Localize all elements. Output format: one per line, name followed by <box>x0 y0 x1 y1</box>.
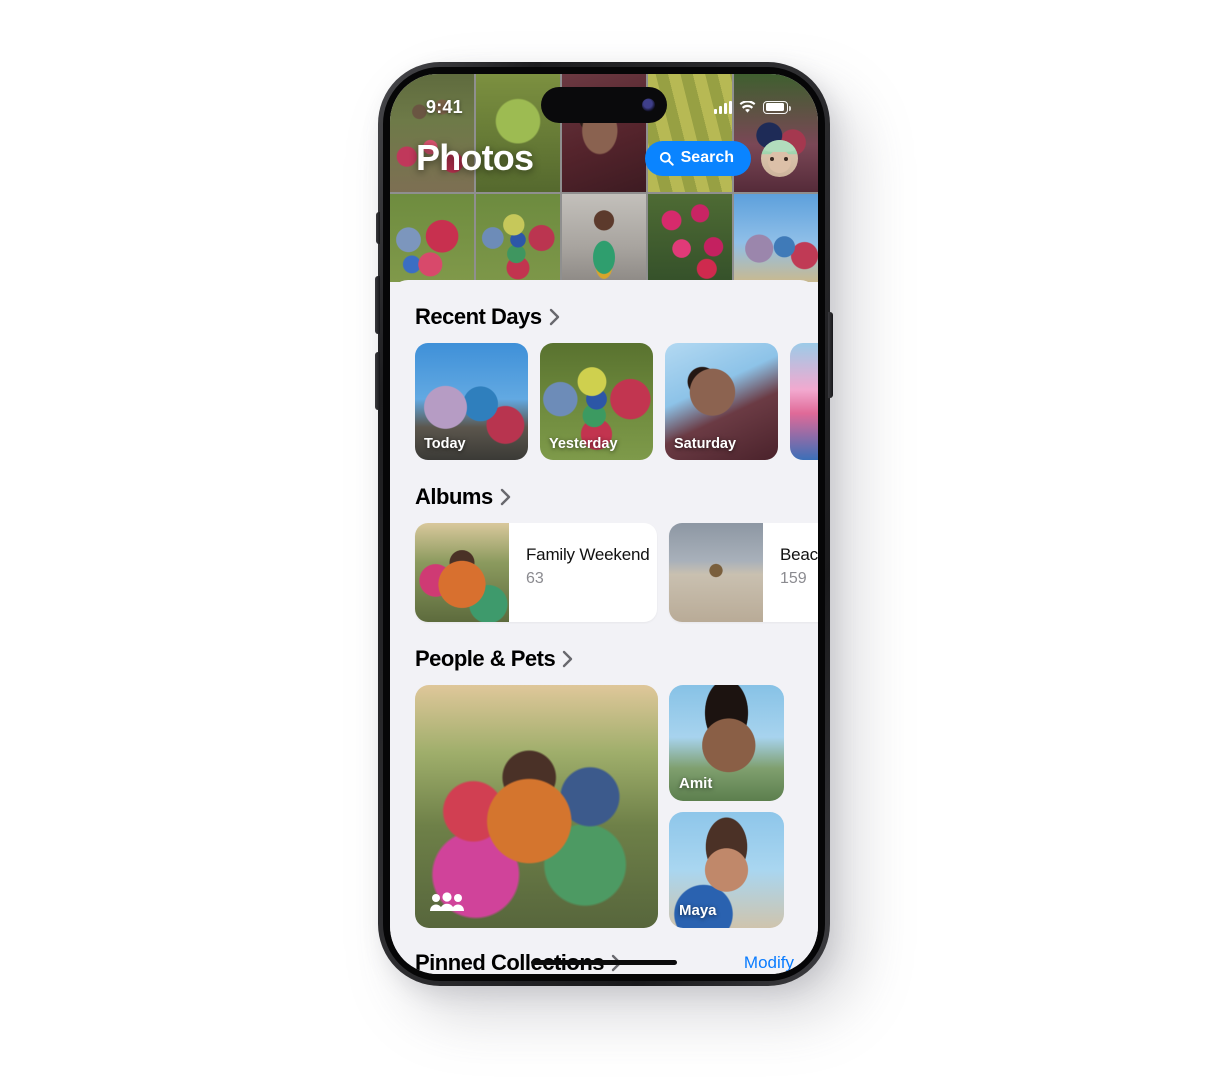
app-header: Photos Search <box>390 126 818 190</box>
recent-day-label: Saturday <box>674 436 737 452</box>
group-people-icon <box>430 892 464 911</box>
signal-bars-icon <box>714 100 732 114</box>
recent-day-card[interactable]: Saturday <box>665 343 778 460</box>
home-indicator[interactable] <box>531 960 677 965</box>
chevron-right-icon <box>500 488 510 506</box>
recent-day-card[interactable]: Today <box>415 343 528 460</box>
mosaic-photo-tile[interactable] <box>648 194 732 282</box>
album-thumbnail <box>415 523 509 622</box>
volume-down-button[interactable] <box>375 352 380 410</box>
recent-day-card[interactable]: Yesterday <box>540 343 653 460</box>
recent-day-label: Today <box>424 436 466 452</box>
recent-day-card[interactable] <box>790 343 818 460</box>
wifi-icon <box>739 100 756 113</box>
photos-content-scroll[interactable]: Recent Days Today Yesterday Saturday Alb… <box>390 280 818 974</box>
section-title-albums: Albums <box>415 484 493 509</box>
page-title: Photos <box>416 137 534 178</box>
status-icons <box>714 100 791 114</box>
avatar[interactable] <box>761 139 798 177</box>
search-button-label: Search <box>680 149 734 166</box>
recent-days-header[interactable]: Recent Days <box>390 304 818 330</box>
person-card[interactable]: Amit <box>669 685 784 801</box>
album-name: Family Weekend <box>526 545 650 564</box>
iphone-screen: 9:41 Photos Search Recent Days Today Yes… <box>390 74 818 974</box>
person-name: Amit <box>679 775 713 792</box>
people-pets-header[interactable]: People & Pets <box>390 646 818 672</box>
mosaic-photo-tile[interactable] <box>476 194 560 282</box>
search-icon <box>659 151 674 166</box>
chevron-right-icon <box>563 650 573 668</box>
recent-day-label: Yesterday <box>549 436 618 452</box>
search-button[interactable]: Search <box>644 140 751 176</box>
people-pets-row[interactable]: Amit Maya <box>390 685 818 928</box>
albums-header[interactable]: Albums <box>390 484 818 510</box>
mosaic-photo-tile[interactable] <box>734 194 818 282</box>
album-count: 159 <box>780 570 807 587</box>
albums-row[interactable]: Family Weekend 63 Beach 159 <box>390 523 818 622</box>
album-card[interactable]: Beach 159 <box>669 523 818 622</box>
status-time: 9:41 <box>426 96 463 117</box>
album-meta: Family Weekend 63 <box>509 523 650 622</box>
person-name: Maya <box>679 902 717 919</box>
chevron-right-icon <box>549 308 559 326</box>
album-name: Beach <box>780 545 818 564</box>
recent-days-row[interactable]: Today Yesterday Saturday <box>390 343 818 460</box>
mosaic-photo-tile[interactable] <box>390 194 474 282</box>
power-button[interactable] <box>828 312 833 398</box>
iphone-device-frame: 9:41 Photos Search Recent Days Today Yes… <box>375 62 833 986</box>
volume-up-button[interactable] <box>375 276 380 334</box>
front-camera-icon <box>642 98 655 112</box>
person-card[interactable]: Maya <box>669 812 784 928</box>
group-photo-card[interactable] <box>415 685 658 928</box>
album-count: 63 <box>526 570 544 587</box>
album-thumbnail <box>669 523 763 622</box>
modify-button[interactable]: Modify <box>744 953 818 973</box>
album-card[interactable]: Family Weekend 63 <box>415 523 657 622</box>
section-title-recent-days: Recent Days <box>415 304 542 329</box>
album-meta: Beach 159 <box>763 523 818 622</box>
dynamic-island[interactable] <box>541 87 667 123</box>
people-column: Amit Maya <box>669 685 784 928</box>
battery-icon <box>763 100 791 114</box>
silent-switch[interactable] <box>376 212 380 244</box>
section-title-people-pets: People & Pets <box>415 646 556 671</box>
mosaic-photo-tile[interactable] <box>562 194 646 282</box>
